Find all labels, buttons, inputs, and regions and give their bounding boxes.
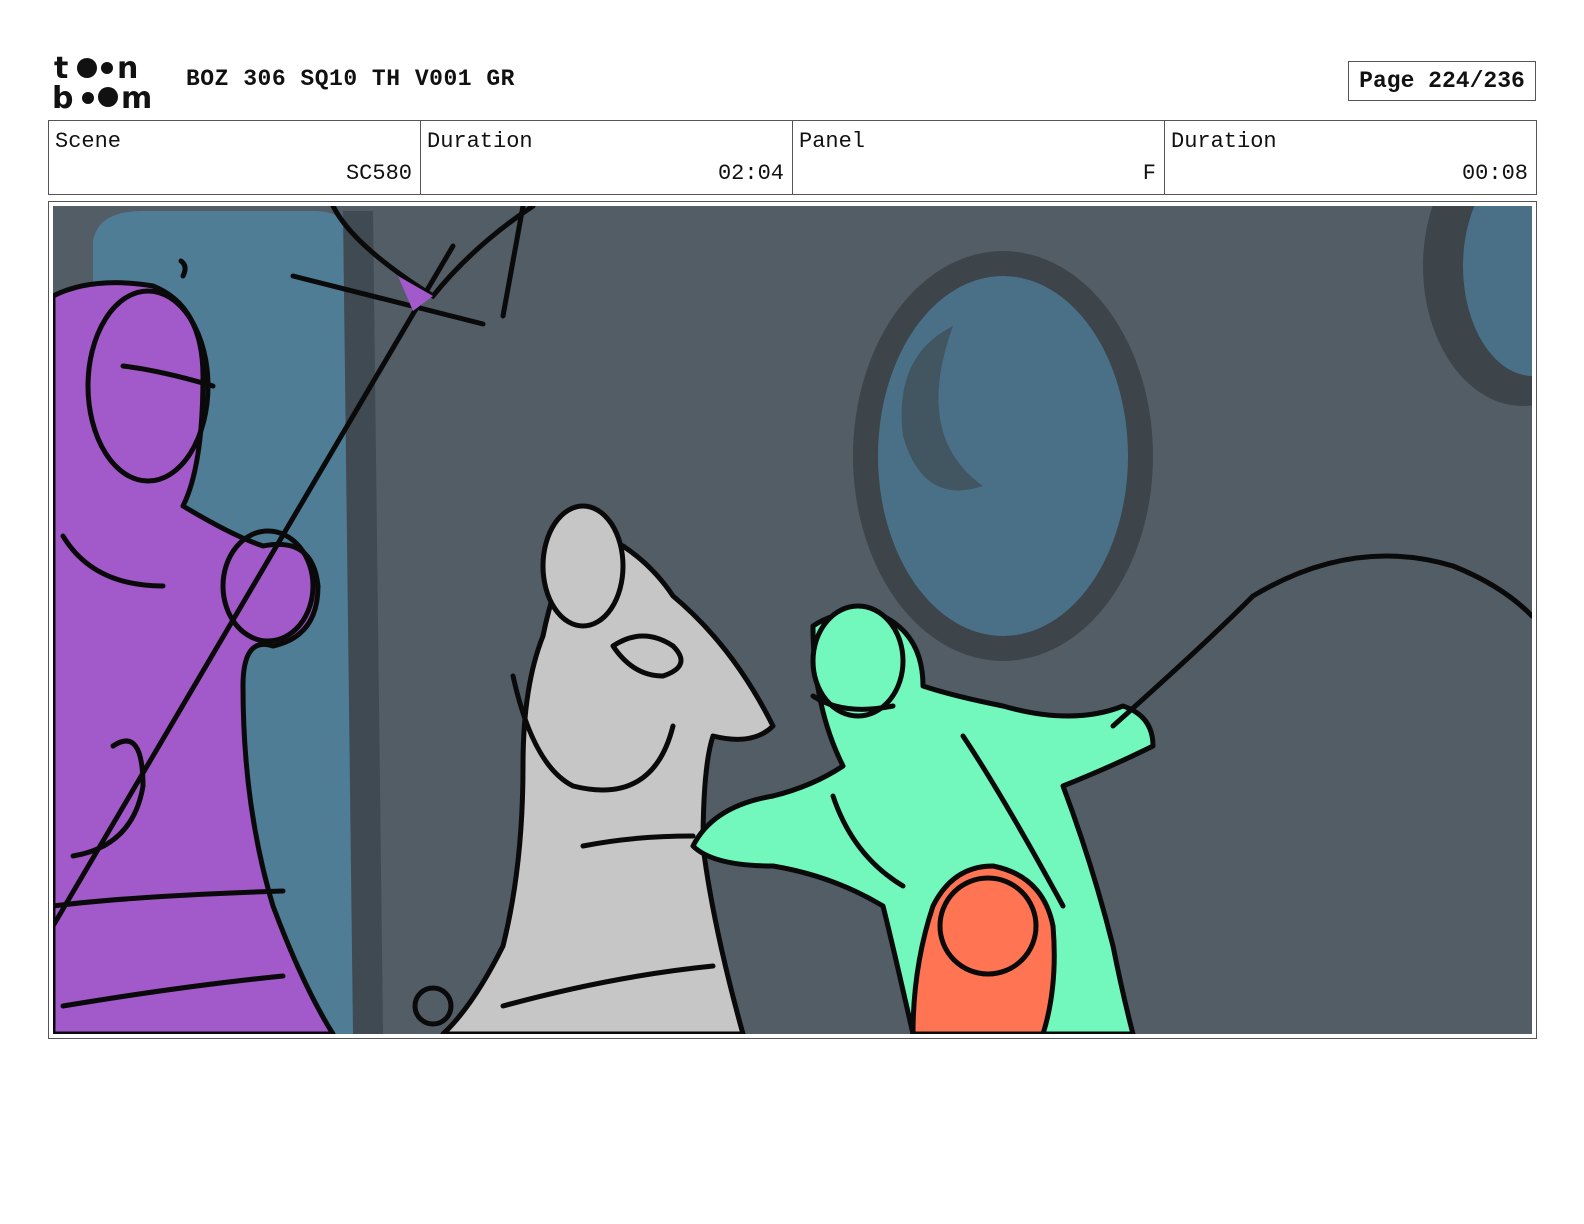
storyboard-panel-frame <box>48 201 1537 1039</box>
svg-text:m: m <box>121 81 152 114</box>
scene-duration-value: 02:04 <box>717 161 784 186</box>
scene-cell: Scene SC580 <box>49 121 421 194</box>
scene-value: SC580 <box>345 161 412 186</box>
document-title: BOZ 306 SQ10 TH V001 GR <box>186 66 515 92</box>
svg-text:b: b <box>52 81 73 114</box>
panel-cell: Panel F <box>793 121 1165 194</box>
panel-label: Panel <box>799 129 866 154</box>
panel-value: F <box>1142 161 1156 186</box>
scene-label: Scene <box>55 129 122 154</box>
storyboard-sketch <box>53 206 1532 1034</box>
panel-duration-cell: Duration 00:08 <box>1165 121 1536 194</box>
panel-duration-label: Duration <box>1171 129 1277 154</box>
scene-duration-label: Duration <box>427 129 533 154</box>
page-indicator: Page 224/236 <box>1348 61 1536 101</box>
scene-duration-cell: Duration 02:04 <box>421 121 793 194</box>
toon-boom-logo: t n b m <box>52 51 152 114</box>
panel-duration-value: 00:08 <box>1461 161 1528 186</box>
scene-info-table: Scene SC580 Duration 02:04 Panel F Durat… <box>48 120 1537 195</box>
